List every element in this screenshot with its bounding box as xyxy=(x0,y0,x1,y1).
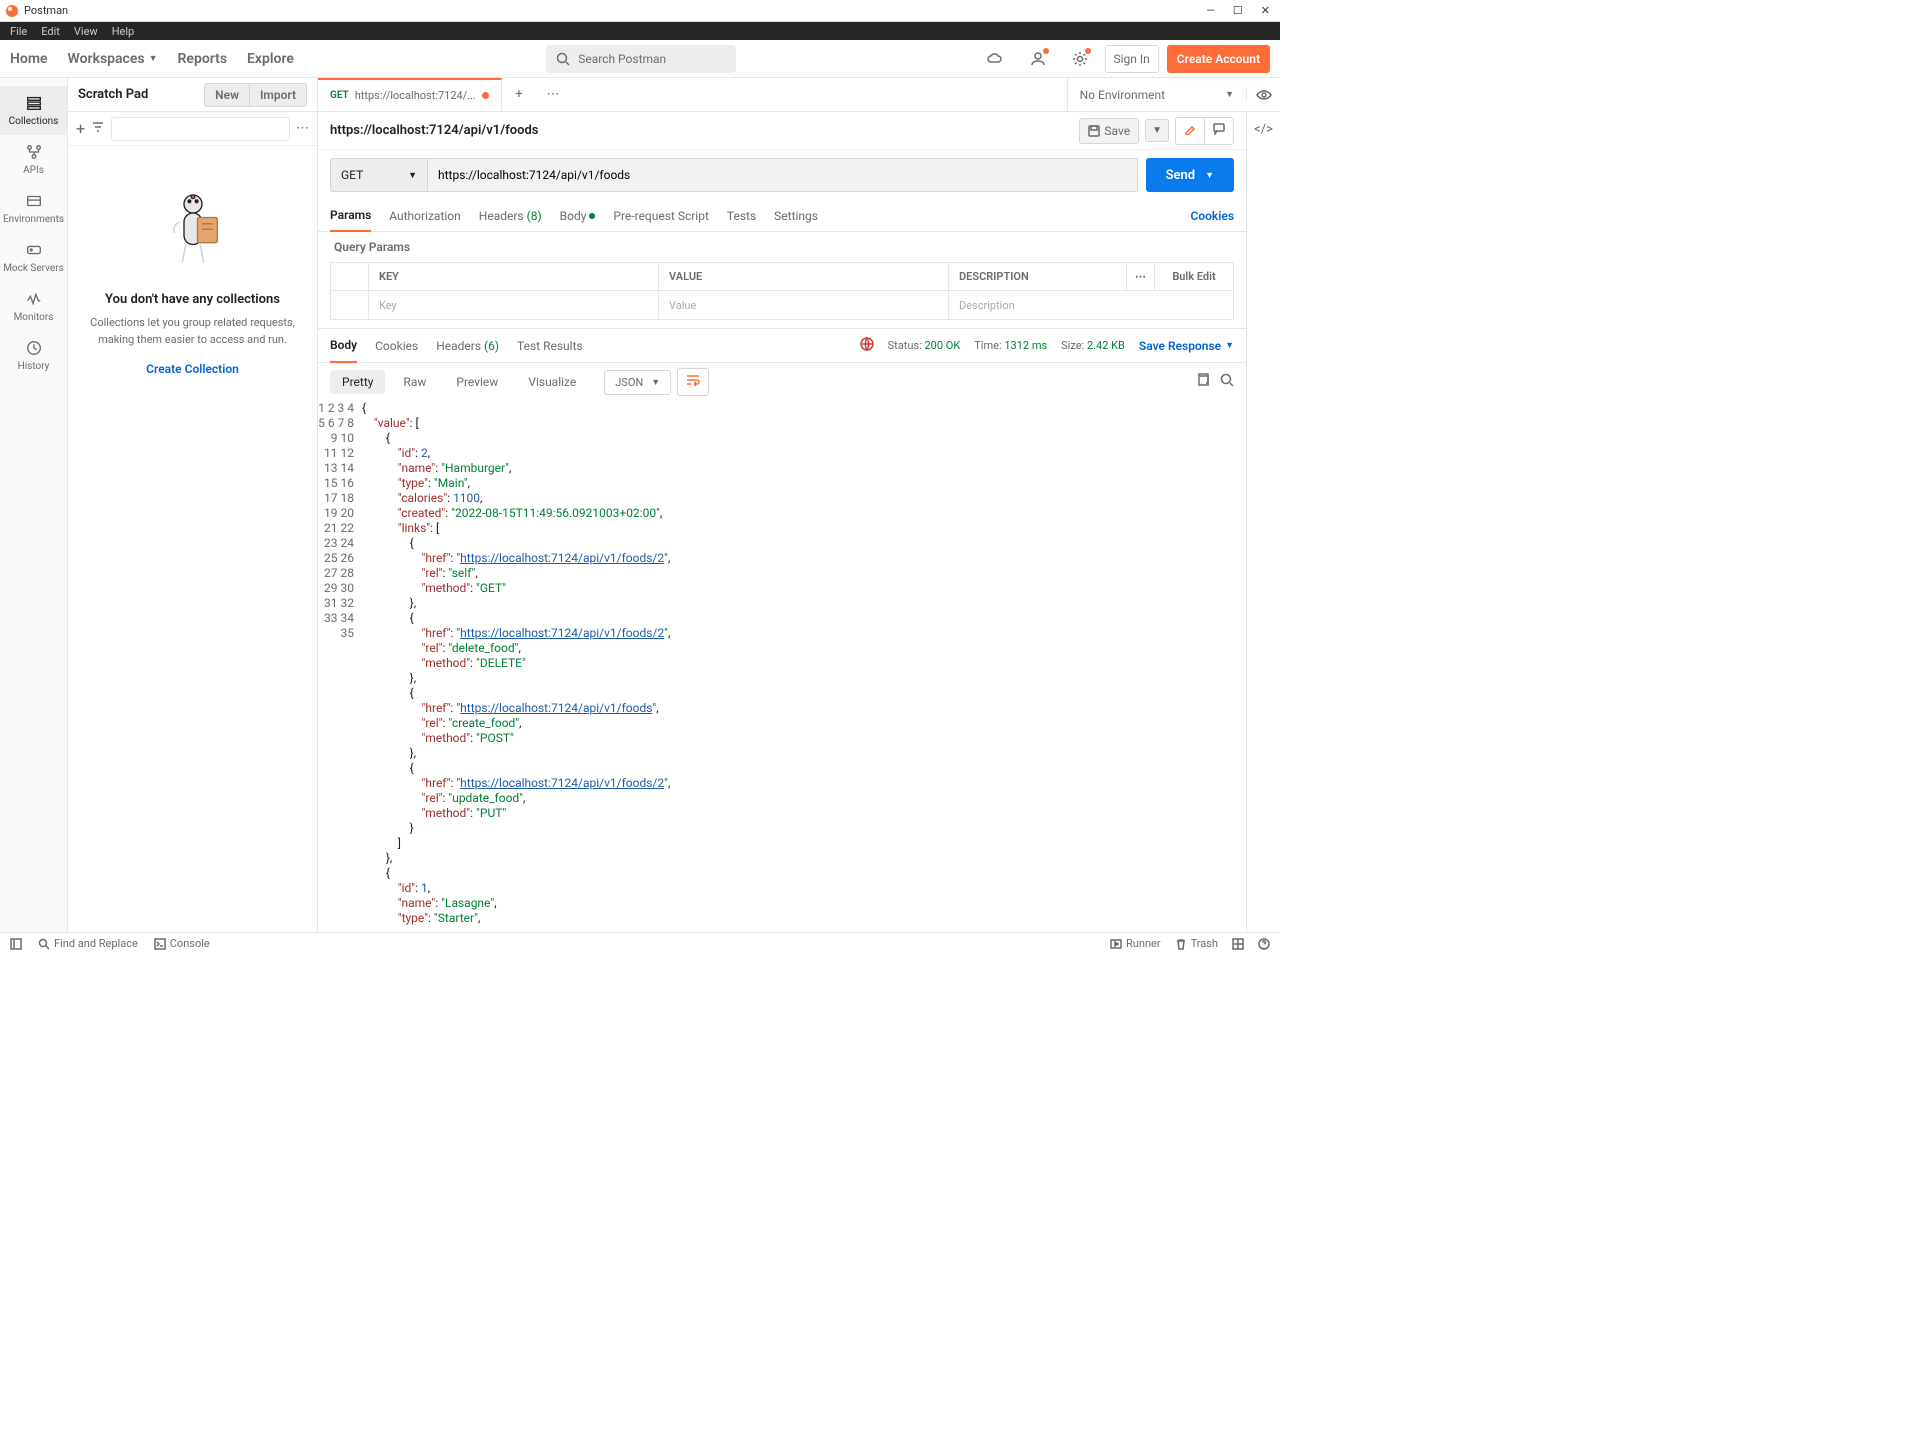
code-snippet-icon[interactable]: </> xyxy=(1254,122,1273,137)
table-options-icon[interactable]: ⋯ xyxy=(1127,263,1155,290)
param-value-input[interactable]: Value xyxy=(659,291,949,319)
cloud-icon[interactable] xyxy=(979,45,1013,73)
request-tab[interactable]: GET https://localhost:7124/... xyxy=(318,78,502,111)
tab-headers[interactable]: Headers (8) xyxy=(479,201,542,231)
param-desc-input[interactable]: Description xyxy=(949,291,1233,319)
settings-icon[interactable] xyxy=(1063,45,1097,73)
panel-title: Scratch Pad xyxy=(78,87,148,102)
resp-tab-tests[interactable]: Test Results xyxy=(517,330,583,362)
bulk-edit-button[interactable]: Bulk Edit xyxy=(1155,263,1233,290)
trash-button[interactable]: Trash xyxy=(1175,937,1218,950)
minimize-icon[interactable]: — xyxy=(1206,4,1215,17)
copy-icon[interactable] xyxy=(1196,373,1210,391)
url-input[interactable] xyxy=(428,158,1138,192)
send-button[interactable]: Send▼ xyxy=(1146,158,1234,192)
maximize-icon[interactable]: ☐ xyxy=(1233,4,1243,17)
app-header: Home Workspaces▼ Reports Explore Search … xyxy=(0,40,1280,78)
rail-collections[interactable]: Collections xyxy=(0,86,67,135)
resp-tab-body[interactable]: Body xyxy=(330,329,357,363)
rail-apis[interactable]: APIs xyxy=(0,135,67,184)
query-params-label: Query Params xyxy=(318,232,1246,262)
nav-home[interactable]: Home xyxy=(10,51,58,67)
new-button[interactable]: New xyxy=(204,83,249,107)
app-title: Postman xyxy=(24,4,68,17)
menu-help[interactable]: Help xyxy=(106,25,141,38)
resp-tab-cookies[interactable]: Cookies xyxy=(375,330,418,362)
view-preview[interactable]: Preview xyxy=(444,370,510,394)
import-button[interactable]: Import xyxy=(249,83,307,107)
create-account-button[interactable]: Create Account xyxy=(1167,45,1270,73)
save-button[interactable]: Save xyxy=(1079,118,1139,144)
network-icon[interactable] xyxy=(860,337,874,354)
rail-history[interactable]: History xyxy=(0,331,67,380)
runner-button[interactable]: Runner xyxy=(1110,937,1161,950)
menu-file[interactable]: File xyxy=(4,25,33,38)
request-title: https://localhost:7124/api/v1/foods xyxy=(330,123,539,138)
postman-logo-icon xyxy=(6,5,18,17)
more-icon[interactable]: ⋯ xyxy=(296,121,309,136)
console-button[interactable]: Console xyxy=(154,937,210,950)
new-tab-button[interactable]: + xyxy=(502,78,536,111)
tab-prerequest[interactable]: Pre-request Script xyxy=(613,201,708,231)
filter-icon[interactable] xyxy=(91,120,105,138)
add-icon[interactable]: + xyxy=(76,119,85,138)
create-collection-link[interactable]: Create Collection xyxy=(146,362,239,376)
environment-select[interactable]: No Environment▼ xyxy=(1068,88,1246,102)
chevron-down-icon: ▼ xyxy=(149,53,158,64)
param-key-input[interactable]: Key xyxy=(369,291,659,319)
window-titlebar: Postman — ☐ ✕ xyxy=(0,0,1280,22)
edit-icon[interactable] xyxy=(1176,118,1205,144)
nav-workspaces[interactable]: Workspaces▼ xyxy=(58,51,168,67)
layout-icon[interactable] xyxy=(1232,938,1244,950)
signin-button[interactable]: Sign In xyxy=(1105,45,1159,73)
right-rail: </> xyxy=(1246,112,1280,932)
menubar: File Edit View Help xyxy=(0,22,1280,40)
rail-environments[interactable]: Environments xyxy=(0,184,67,233)
comment-icon[interactable] xyxy=(1205,118,1233,144)
help-icon[interactable] xyxy=(1258,938,1270,950)
resp-tab-headers[interactable]: Headers (6) xyxy=(436,330,499,362)
save-response-button[interactable]: Save Response ▼ xyxy=(1139,339,1234,353)
tab-tests[interactable]: Tests xyxy=(727,201,756,231)
nav-explore[interactable]: Explore xyxy=(237,51,304,67)
rail-mock-servers[interactable]: Mock Servers xyxy=(0,233,67,282)
environment-preview-icon[interactable] xyxy=(1246,89,1280,101)
view-visualize[interactable]: Visualize xyxy=(516,370,588,394)
sidebar-panel: Scratch Pad New Import + ⋯ xyxy=(68,78,318,932)
find-replace-button[interactable]: Find and Replace xyxy=(38,937,138,950)
tab-settings[interactable]: Settings xyxy=(774,201,818,231)
chevron-down-icon: ▼ xyxy=(1225,89,1234,100)
sidebar-rail: Collections APIs Environments Mock Serve… xyxy=(0,78,68,932)
rail-monitors[interactable]: Monitors xyxy=(0,282,67,331)
workspace: GET https://localhost:7124/... + ⋯ No En… xyxy=(318,78,1280,932)
params-table: KEY VALUE DESCRIPTION ⋯ Bulk Edit Key Va… xyxy=(330,262,1234,320)
collection-search[interactable] xyxy=(111,117,290,141)
method-select[interactable]: GET▼ xyxy=(330,158,428,192)
unsaved-indicator-icon xyxy=(482,92,489,99)
cookies-link[interactable]: Cookies xyxy=(1190,209,1234,223)
close-icon[interactable]: ✕ xyxy=(1261,4,1270,17)
search-response-icon[interactable] xyxy=(1220,373,1234,391)
search-input[interactable]: Search Postman xyxy=(546,45,736,73)
response-body[interactable]: 1 2 3 4 5 6 7 8 9 10 11 12 13 14 15 16 1… xyxy=(318,401,1246,932)
menu-edit[interactable]: Edit xyxy=(35,25,66,38)
tab-params[interactable]: Params xyxy=(330,200,371,232)
wrap-lines-icon[interactable] xyxy=(677,368,709,396)
tab-authorization[interactable]: Authorization xyxy=(389,201,461,231)
statusbar: Find and Replace Console Runner Trash xyxy=(0,932,1280,954)
view-raw[interactable]: Raw xyxy=(391,370,438,394)
save-dropdown[interactable]: ▼ xyxy=(1145,119,1169,142)
nav-reports[interactable]: Reports xyxy=(168,51,238,67)
invite-icon[interactable] xyxy=(1021,45,1055,73)
tab-more-icon[interactable]: ⋯ xyxy=(536,78,570,111)
menu-view[interactable]: View xyxy=(68,25,104,38)
empty-illustration-icon xyxy=(148,186,238,276)
empty-body: Collections let you group related reques… xyxy=(88,315,297,348)
view-pretty[interactable]: Pretty xyxy=(330,370,385,394)
empty-title: You don't have any collections xyxy=(105,292,280,307)
tab-body[interactable]: Body xyxy=(560,201,596,231)
format-select[interactable]: JSON▼ xyxy=(604,370,671,395)
sidebar-toggle-icon[interactable] xyxy=(10,938,22,950)
search-icon xyxy=(556,52,570,66)
